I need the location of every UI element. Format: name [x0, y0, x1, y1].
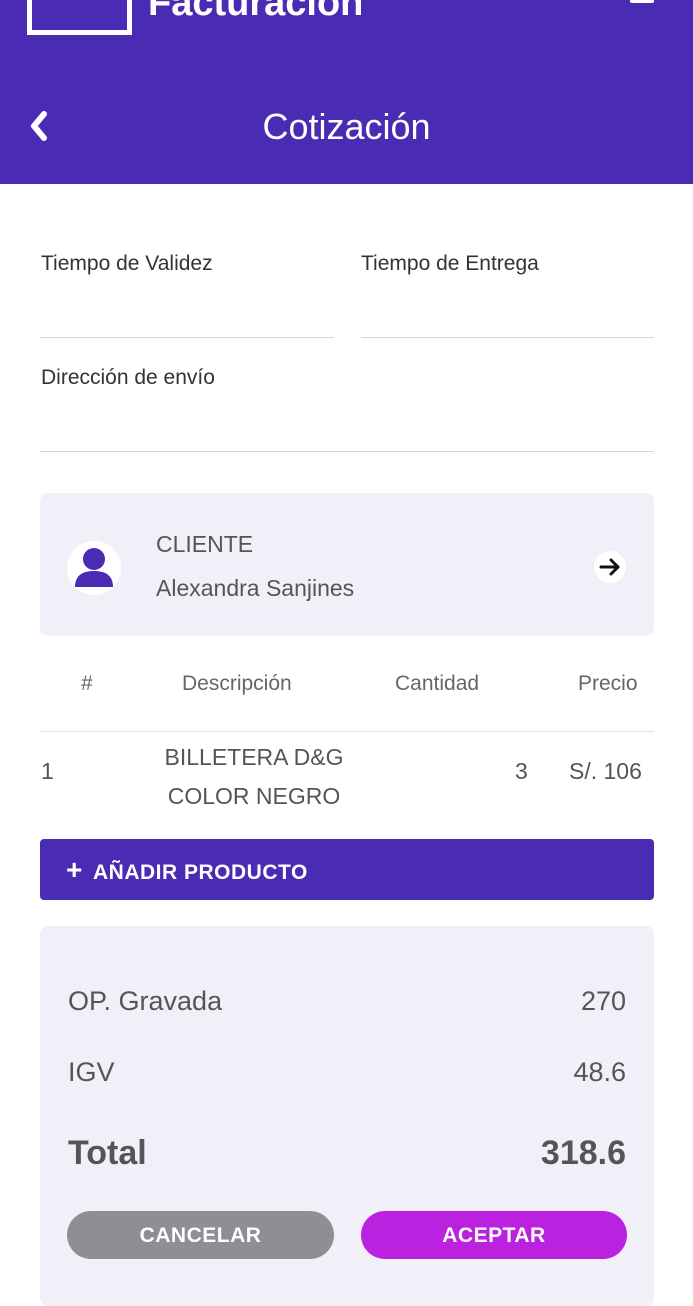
plus-icon: + — [66, 854, 83, 885]
row-price: S/. 106 — [569, 758, 642, 784]
app-bar: Facturación Cotización — [0, 0, 693, 184]
address-input[interactable] — [40, 451, 654, 452]
client-label: CLIENTE — [156, 531, 254, 557]
address-label: Dirección de envío — [41, 366, 215, 389]
validity-label: Tiempo de Validez — [41, 252, 213, 275]
accept-button[interactable]: ACEPTAR — [361, 1211, 627, 1259]
igv-value: 48.6 — [573, 1057, 626, 1087]
row-description-line1: BILLETERA D&G — [164, 744, 344, 770]
add-product-label: AÑADIR PRODUCTO — [93, 861, 308, 884]
client-card[interactable]: CLIENTE Alexandra Sanjines — [40, 493, 654, 636]
delivery-input[interactable] — [361, 337, 654, 338]
person-icon — [75, 548, 113, 587]
row-description-line2: COLOR NEGRO — [167, 783, 341, 809]
row-index: 1 — [41, 758, 54, 784]
delivery-label: Tiempo de Entrega — [361, 252, 539, 275]
menu-icon[interactable] — [630, 0, 654, 3]
col-header-description: Descripción — [182, 672, 292, 695]
client-name: Alexandra Sanjines — [156, 575, 355, 601]
cancel-button[interactable]: CANCELAR — [67, 1211, 334, 1259]
col-header-quantity: Cantidad — [395, 672, 480, 695]
gravada-label: OP. Gravada — [68, 986, 223, 1016]
gravada-value: 270 — [580, 986, 626, 1016]
row-quantity: 3 — [515, 758, 528, 784]
avatar — [67, 541, 121, 595]
client-select-button[interactable] — [594, 551, 626, 583]
igv-label: IGV — [68, 1057, 115, 1087]
table-divider — [40, 731, 654, 732]
col-header-index: # — [81, 672, 93, 695]
page-title: Cotización — [262, 106, 431, 147]
total-label: Total — [68, 1134, 147, 1172]
arrow-right-icon — [599, 558, 620, 576]
add-product-button[interactable]: + AÑADIR PRODUCTO — [40, 839, 654, 900]
col-header-price: Precio — [578, 672, 638, 695]
app-title: Facturación — [148, 0, 364, 24]
app-logo — [27, 0, 132, 35]
total-value: 318.6 — [540, 1134, 626, 1172]
validity-input[interactable] — [40, 337, 334, 338]
row-description: BILLETERA D&G COLOR NEGRO — [140, 738, 368, 816]
